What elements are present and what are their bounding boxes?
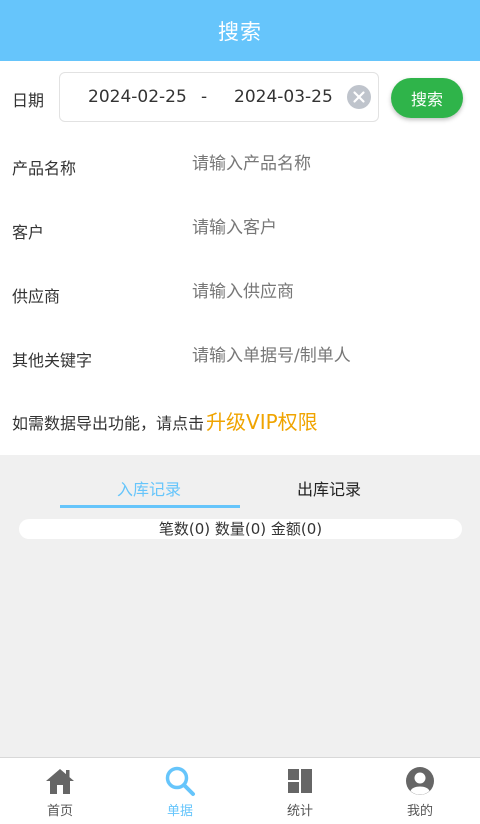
keyword-input[interactable] (192, 339, 462, 373)
vip-notice-text: 如需数据导出功能，请点击 (12, 414, 205, 433)
product-name-row: 产品名称 (0, 133, 480, 197)
records-panel: 入库记录 出库记录 笔数(0) 数量(0) 金额(0) (0, 455, 480, 757)
supplier-label: 供应商 (12, 287, 61, 306)
page-title: 搜索 (218, 19, 262, 44)
date-label: 日期 (12, 91, 45, 110)
date-filter-row: 日期 2024-02-25 - 2024-03-25 搜索 (0, 61, 480, 133)
vip-notice: 如需数据导出功能，请点击 升级VIP权限 (12, 406, 318, 440)
start-date[interactable]: 2024-02-25 (88, 87, 187, 107)
clear-date-button[interactable] (347, 85, 371, 109)
date-range-picker[interactable]: 2024-02-25 - 2024-03-25 (59, 72, 379, 122)
nav-item-profile[interactable]: 我的 (360, 758, 480, 824)
keyword-row: 其他关键字 (0, 325, 480, 389)
bottom-nav: 首页 单据 统计 我的 (0, 757, 480, 824)
date-separator: - (201, 87, 208, 107)
records-summary: 笔数(0) 数量(0) 金额(0) (19, 519, 462, 539)
user-icon (406, 767, 434, 795)
product-name-input[interactable] (192, 147, 462, 181)
records-tabs: 入库记录 出库记录 (0, 455, 480, 510)
customer-label: 客户 (12, 223, 45, 242)
header-bar: 搜索 (0, 0, 480, 61)
nav-label-home: 首页 (46, 804, 73, 819)
close-icon (353, 91, 365, 103)
customer-row: 客户 (0, 197, 480, 261)
supplier-input[interactable] (192, 275, 462, 309)
search-button[interactable]: 搜索 (391, 78, 463, 118)
nav-label-profile: 我的 (406, 804, 433, 819)
nav-item-statistics[interactable]: 统计 (240, 758, 360, 824)
tab-outbound-records[interactable]: 出库记录 (297, 476, 361, 500)
product-name-label: 产品名称 (12, 159, 77, 178)
end-date[interactable]: 2024-03-25 (234, 87, 333, 107)
grid-icon (288, 769, 312, 793)
search-icon (165, 766, 195, 796)
supplier-row: 供应商 (0, 261, 480, 325)
upgrade-vip-link[interactable]: 升级VIP权限 (206, 406, 318, 435)
nav-item-documents[interactable]: 单据 (120, 758, 240, 824)
keyword-label: 其他关键字 (12, 351, 93, 370)
nav-item-home[interactable]: 首页 (0, 758, 120, 824)
nav-label-documents: 单据 (166, 804, 193, 819)
customer-input[interactable] (192, 211, 462, 245)
nav-label-statistics: 统计 (286, 804, 313, 819)
tab-inbound-records[interactable]: 入库记录 (117, 476, 181, 500)
home-icon (46, 769, 74, 794)
active-tab-indicator (60, 505, 240, 508)
